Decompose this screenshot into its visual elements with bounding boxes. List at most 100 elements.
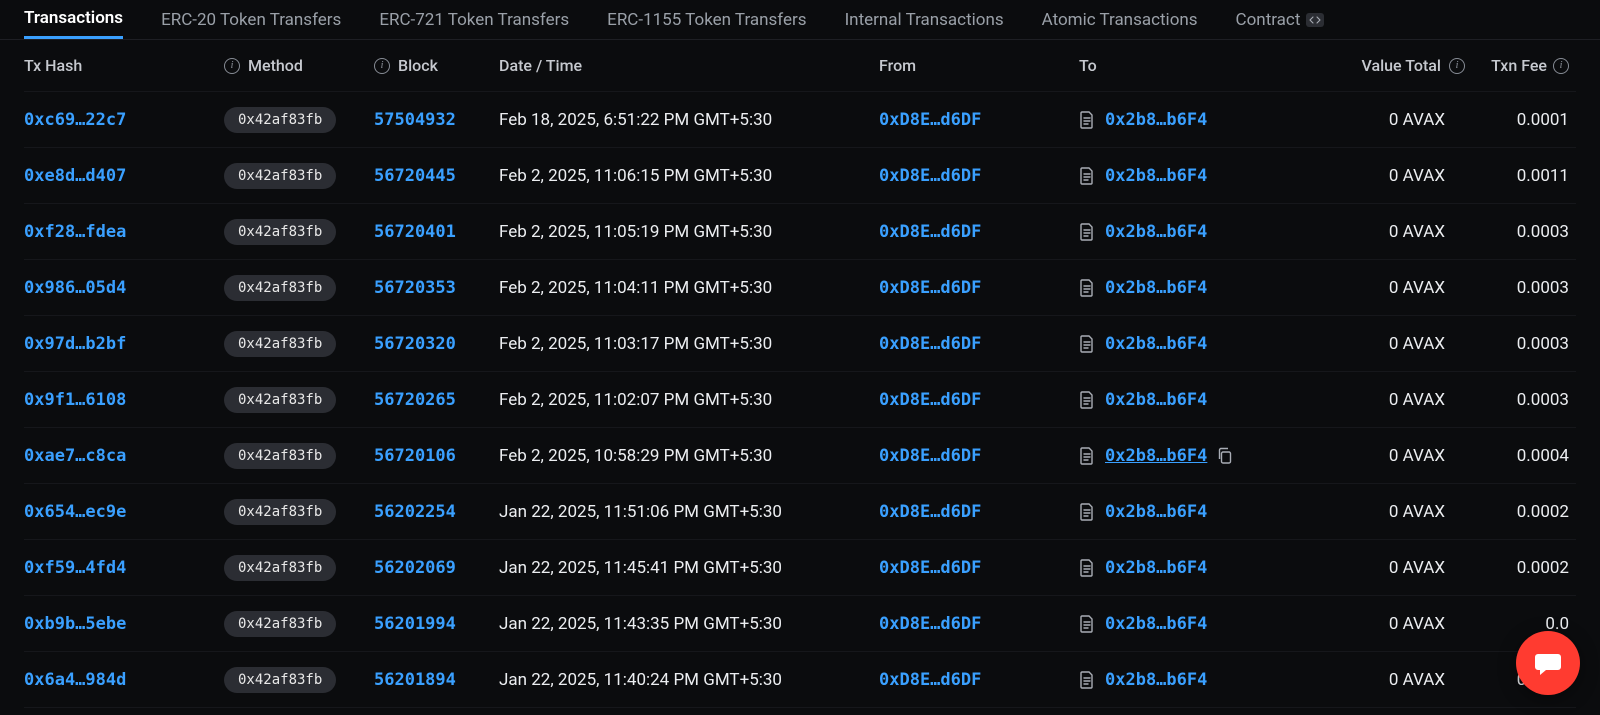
info-icon[interactable]: i bbox=[1449, 58, 1465, 74]
from-address-link[interactable]: 0xD8E…d6DF bbox=[879, 446, 981, 466]
to-address-link[interactable]: 0x2b8…b6F4 bbox=[1105, 614, 1207, 634]
method-pill[interactable]: 0x42af83fb bbox=[224, 331, 336, 357]
from-address-link[interactable]: 0xD8E…d6DF bbox=[879, 166, 981, 186]
tab-atomic[interactable]: Atomic Transactions bbox=[1042, 10, 1198, 38]
to-address-link[interactable]: 0x2b8…b6F4 bbox=[1105, 502, 1207, 522]
method-pill[interactable]: 0x42af83fb bbox=[224, 499, 336, 525]
from-address-link[interactable]: 0xD8E…d6DF bbox=[879, 670, 981, 690]
table-row: 0x986…05d40x42af83fb56720353Feb 2, 2025,… bbox=[24, 260, 1576, 316]
to-address-link[interactable]: 0x2b8…b6F4 bbox=[1105, 334, 1207, 354]
to-address-link[interactable]: 0x2b8…b6F4 bbox=[1105, 278, 1207, 298]
info-icon[interactable]: i bbox=[1553, 58, 1569, 74]
value-total: 0 AVAX bbox=[1349, 166, 1469, 186]
from-address-link[interactable]: 0xD8E…d6DF bbox=[879, 110, 981, 130]
from-address-link[interactable]: 0xD8E…d6DF bbox=[879, 558, 981, 578]
tx-hash-link[interactable]: 0x986…05d4 bbox=[24, 278, 126, 298]
info-icon[interactable]: i bbox=[374, 58, 390, 74]
from-address-link[interactable]: 0xD8E…d6DF bbox=[879, 278, 981, 298]
block-link[interactable]: 56202069 bbox=[374, 558, 456, 578]
tab-erc20[interactable]: ERC-20 Token Transfers bbox=[161, 10, 341, 38]
from-address-link[interactable]: 0xD8E…d6DF bbox=[879, 334, 981, 354]
block-link[interactable]: 56720445 bbox=[374, 166, 456, 186]
txn-fee: 0.0003 bbox=[1469, 222, 1569, 242]
txn-fee: 0.0002 bbox=[1469, 558, 1569, 578]
txn-fee: 0.0003 bbox=[1469, 334, 1569, 354]
transactions-table: Tx Hash iMethod iBlock Date / Time From … bbox=[0, 40, 1600, 708]
tab-transactions[interactable]: Transactions bbox=[24, 8, 123, 39]
contract-icon bbox=[1079, 559, 1095, 577]
tab-label: Transactions bbox=[24, 8, 123, 28]
contract-icon bbox=[1079, 671, 1095, 689]
value-total: 0 AVAX bbox=[1349, 334, 1469, 354]
col-value: Value Totali bbox=[1349, 56, 1469, 75]
to-address-link[interactable]: 0x2b8…b6F4 bbox=[1105, 558, 1207, 578]
value-total: 0 AVAX bbox=[1349, 446, 1469, 466]
to-address-link[interactable]: 0x2b8…b6F4 bbox=[1105, 110, 1207, 130]
tx-hash-link[interactable]: 0xf28…fdea bbox=[24, 222, 126, 242]
block-link[interactable]: 56720265 bbox=[374, 390, 456, 410]
datetime: Feb 2, 2025, 11:03:17 PM GMT+5:30 bbox=[499, 334, 772, 354]
to-address-link[interactable]: 0x2b8…b6F4 bbox=[1105, 670, 1207, 690]
from-address-link[interactable]: 0xD8E…d6DF bbox=[879, 222, 981, 242]
method-pill[interactable]: 0x42af83fb bbox=[224, 667, 336, 693]
value-total: 0 AVAX bbox=[1349, 110, 1469, 130]
tx-hash-link[interactable]: 0x97d…b2bf bbox=[24, 334, 126, 354]
tx-hash-link[interactable]: 0x654…ec9e bbox=[24, 502, 126, 522]
block-link[interactable]: 57504932 bbox=[374, 110, 456, 130]
block-link[interactable]: 56201994 bbox=[374, 614, 456, 634]
tx-hash-link[interactable]: 0x6a4…984d bbox=[24, 670, 126, 690]
tab-erc1155[interactable]: ERC-1155 Token Transfers bbox=[607, 10, 806, 38]
datetime: Jan 22, 2025, 11:40:24 PM GMT+5:30 bbox=[499, 670, 782, 690]
tab-contract[interactable]: Contract bbox=[1236, 10, 1325, 38]
block-link[interactable]: 56720320 bbox=[374, 334, 456, 354]
tx-hash-link[interactable]: 0xb9b…5ebe bbox=[24, 614, 126, 634]
value-total: 0 AVAX bbox=[1349, 390, 1469, 410]
table-row: 0x97d…b2bf 0x42af83fb 56720320 Feb 2, 2025,… bbox=[24, 316, 1576, 372]
method-pill[interactable]: 0x42af83fb bbox=[224, 275, 336, 301]
from-address-link[interactable]: 0xD8E…d6DF bbox=[879, 614, 981, 634]
method-pill[interactable]: 0x42af83fb bbox=[224, 107, 336, 133]
to-address-link[interactable]: 0x2b8…b6F4 bbox=[1105, 222, 1207, 242]
tab-internal[interactable]: Internal Transactions bbox=[845, 10, 1004, 38]
contract-icon bbox=[1079, 391, 1095, 409]
tab-label: Internal Transactions bbox=[845, 10, 1004, 30]
method-pill[interactable]: 0x42af83fb bbox=[224, 387, 336, 413]
to-address-link[interactable]: 0x2b8…b6F4 bbox=[1105, 166, 1207, 186]
txn-fee: 0.0011 bbox=[1469, 166, 1569, 186]
datetime: Jan 22, 2025, 11:51:06 PM GMT+5:30 bbox=[499, 502, 782, 522]
block-link[interactable]: 56720401 bbox=[374, 222, 456, 242]
from-address-link[interactable]: 0xD8E…d6DF bbox=[879, 502, 981, 522]
tx-hash-link[interactable]: 0xc69…22c7 bbox=[24, 110, 126, 130]
table-row: 0xb9b…5ebe 0x42af83fb 56201994 Jan 22, 2025… bbox=[24, 596, 1576, 652]
tab-label: Contract bbox=[1236, 10, 1301, 30]
tx-hash-link[interactable]: 0xe8d…d407 bbox=[24, 166, 126, 186]
method-pill[interactable]: 0x42af83fb bbox=[224, 163, 336, 189]
block-link[interactable]: 56720106 bbox=[374, 446, 456, 466]
col-tx-hash: Tx Hash bbox=[24, 56, 224, 75]
tx-hash-link[interactable]: 0xf59…4fd4 bbox=[24, 558, 126, 578]
value-total: 0 AVAX bbox=[1349, 278, 1469, 298]
contract-icon bbox=[1079, 279, 1095, 297]
copy-icon[interactable] bbox=[1217, 447, 1233, 465]
method-pill[interactable]: 0x42af83fb bbox=[224, 443, 336, 469]
tx-hash-link[interactable]: 0xae7…c8ca bbox=[24, 446, 126, 466]
datetime: Feb 2, 2025, 11:02:07 PM GMT+5:30 bbox=[499, 390, 772, 410]
txn-fee: 0.0002 bbox=[1469, 502, 1569, 522]
block-link[interactable]: 56201894 bbox=[374, 670, 456, 690]
table-row: 0xe8d…d4070x42af83fb56720445Feb 2, 2025,… bbox=[24, 148, 1576, 204]
from-address-link[interactable]: 0xD8E…d6DF bbox=[879, 390, 981, 410]
block-link[interactable]: 56720353 bbox=[374, 278, 456, 298]
to-address-link[interactable]: 0x2b8…b6F4 bbox=[1105, 446, 1207, 466]
method-pill[interactable]: 0x42af83fb bbox=[224, 219, 336, 245]
tx-hash-link[interactable]: 0x9f1…6108 bbox=[24, 390, 126, 410]
method-pill[interactable]: 0x42af83fb bbox=[224, 555, 336, 581]
datetime: Jan 22, 2025, 11:43:35 PM GMT+5:30 bbox=[499, 614, 782, 634]
info-icon[interactable]: i bbox=[224, 58, 240, 74]
block-link[interactable]: 56202254 bbox=[374, 502, 456, 522]
to-address-link[interactable]: 0x2b8…b6F4 bbox=[1105, 390, 1207, 410]
chat-button[interactable] bbox=[1516, 631, 1580, 695]
table-row: 0x654…ec9e 0x42af83fb 56202254 Jan 22, 2025… bbox=[24, 484, 1576, 540]
method-pill[interactable]: 0x42af83fb bbox=[224, 611, 336, 637]
col-to: To bbox=[1079, 56, 1349, 75]
tab-erc721[interactable]: ERC-721 Token Transfers bbox=[379, 10, 569, 38]
